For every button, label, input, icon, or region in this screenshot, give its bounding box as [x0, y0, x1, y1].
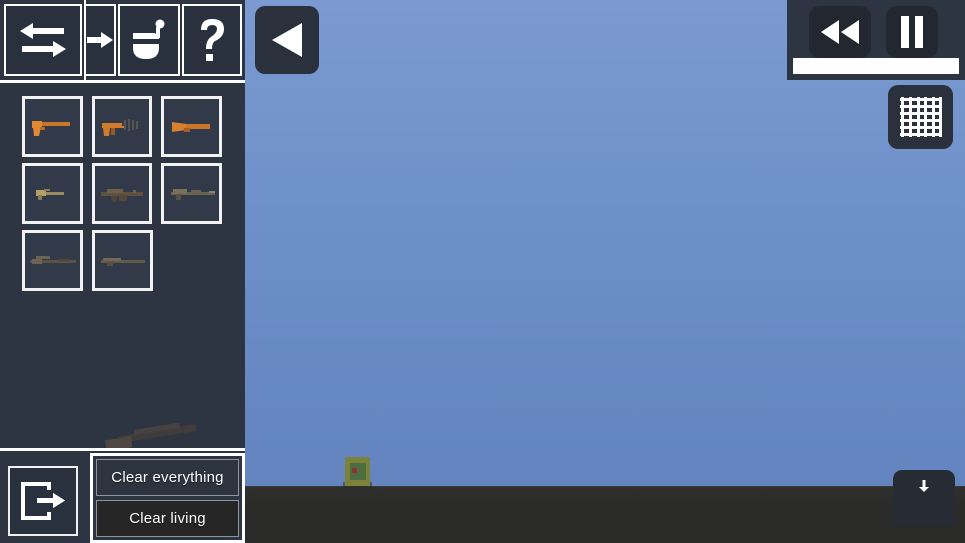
weapon-slot-compact-smg[interactable] [22, 163, 83, 224]
weapon-slot-smg[interactable] [91, 96, 153, 157]
playback-panel [787, 0, 965, 80]
marksman-rifle-sprite [99, 254, 147, 268]
exit-door-icon [19, 480, 67, 522]
weapon-slot-pistol[interactable] [22, 96, 83, 157]
sniper-rifle-sprite [28, 253, 78, 269]
weapon-slot-sniper-rifle[interactable] [22, 230, 83, 291]
swap-tool-button[interactable] [4, 4, 82, 76]
rewind-double-triangle-icon [819, 18, 861, 46]
swap-arrows-icon [20, 21, 66, 59]
left-sidebar-panel: Clear everything Clear living [0, 0, 245, 543]
help-tool-button[interactable] [182, 4, 242, 76]
bottom-controls-divider [0, 448, 245, 451]
next-tool-button[interactable] [86, 4, 116, 76]
back-button[interactable] [255, 6, 319, 74]
compact-smg-sprite [32, 186, 72, 202]
weapon-slot-sawed-off[interactable] [161, 96, 223, 157]
smg-sprite [98, 115, 146, 139]
weapon-row [22, 96, 223, 157]
rewind-button[interactable] [809, 6, 871, 58]
weapon-row [22, 163, 223, 224]
clear-buttons-group: Clear everything Clear living [90, 453, 245, 543]
pause-bars-icon [899, 15, 925, 49]
arrow-right-icon [87, 29, 113, 51]
weapon-slot-assault-rifle[interactable] [91, 163, 153, 224]
entity-eye [352, 468, 357, 473]
grid-toggle-icon [899, 97, 942, 137]
creature-entity[interactable] [341, 455, 374, 488]
weapon-row [22, 230, 222, 291]
question-mark-icon [196, 17, 228, 63]
download-button[interactable] [893, 470, 955, 525]
selected-weapon-preview [104, 417, 202, 458]
toolbar-underline [0, 80, 245, 83]
sidebar-toolbar [0, 0, 245, 80]
paint-tool-button[interactable] [118, 4, 180, 76]
back-triangle-icon [270, 21, 304, 59]
pistol-sprite [30, 116, 74, 138]
weapon-grid [22, 96, 223, 297]
weapon-slot-marksman-rifle[interactable] [92, 230, 153, 291]
exit-button[interactable] [8, 466, 78, 536]
download-icon [918, 480, 930, 494]
sawed-off-sprite [170, 118, 214, 136]
weapon-slot-carbine[interactable] [161, 163, 223, 224]
clear-everything-button[interactable]: Clear everything [96, 459, 239, 496]
timeline-progress-fill [793, 58, 959, 74]
assault-rifle-sprite [97, 185, 147, 203]
clear-living-button[interactable]: Clear living [96, 500, 239, 537]
toolbar-divider [84, 0, 86, 80]
paint-bucket-icon [129, 18, 169, 62]
carbine-sprite [167, 185, 217, 203]
sidebar-bottom-controls: Clear everything Clear living [0, 448, 245, 543]
grid-toggle-button[interactable] [888, 85, 953, 149]
pause-button[interactable] [886, 6, 938, 58]
app-root: Clear everything Clear living [0, 0, 965, 543]
timeline-scrubber[interactable] [793, 58, 959, 74]
